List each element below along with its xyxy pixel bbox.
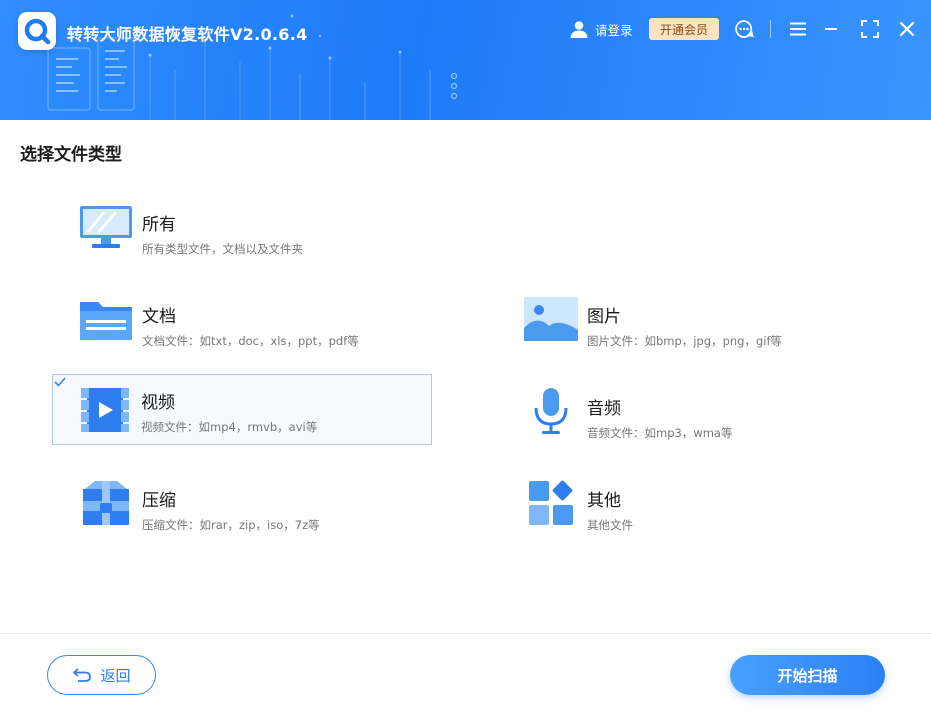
image-icon <box>521 294 581 344</box>
file-type-name: 所有 <box>142 215 176 235</box>
file-type-name: 其他 <box>587 491 621 511</box>
file-type-archive[interactable]: 压缩 压缩文件：如rar，zip，iso，7z等 <box>54 468 454 538</box>
app-logo-icon <box>18 12 56 50</box>
title-bar: 转转大师数据恢复软件V2.0.6.4 请登录 开通会员 <box>0 0 931 120</box>
archive-icon <box>76 478 136 528</box>
header-decoration-icon <box>47 14 458 120</box>
checkmark-icon <box>54 377 66 387</box>
file-type-all[interactable]: 所有 所有类型文件，文档以及文件夹 <box>54 192 454 262</box>
video-icon <box>75 385 135 435</box>
file-type-name: 音频 <box>587 399 621 419</box>
file-type-desc: 音频文件：如mp3，wma等 <box>587 426 733 440</box>
file-type-name: 视频 <box>141 393 175 413</box>
menu-icon[interactable] <box>788 19 808 39</box>
footer-divider <box>0 633 931 634</box>
start-scan-button[interactable]: 开始扫描 <box>730 655 885 695</box>
file-type-video[interactable]: 视频 视频文件：如mp4，rmvb，avi等 <box>52 374 432 445</box>
file-type-desc: 文档文件：如txt，doc，xls，ppt，pdf等 <box>142 334 359 348</box>
close-icon[interactable] <box>897 19 917 39</box>
return-arrow-icon <box>73 668 92 682</box>
file-type-desc: 视频文件：如mp4，rmvb，avi等 <box>141 420 318 434</box>
section-title: 选择文件类型 <box>20 145 122 165</box>
file-type-name: 文档 <box>142 307 176 327</box>
folder-icon <box>76 294 136 344</box>
login-button[interactable]: 请登录 <box>569 18 633 40</box>
microphone-icon <box>521 386 581 436</box>
file-type-document[interactable]: 文档 文档文件：如txt，doc，xls，ppt，pdf等 <box>54 284 454 354</box>
fullscreen-icon[interactable] <box>860 19 880 39</box>
file-type-audio[interactable]: 音频 音频文件：如mp3，wma等 <box>499 376 899 446</box>
file-type-other[interactable]: 其他 其他文件 <box>499 468 899 538</box>
back-label: 返回 <box>100 666 131 685</box>
back-button[interactable]: 返回 <box>47 655 156 695</box>
customer-service-icon[interactable] <box>734 19 754 39</box>
file-type-image[interactable]: 图片 图片文件：如bmp，jpg，png，gif等 <box>499 284 899 354</box>
file-type-desc: 图片文件：如bmp，jpg，png，gif等 <box>587 334 783 348</box>
monitor-icon <box>76 202 136 252</box>
user-icon <box>570 21 588 38</box>
file-type-desc: 所有类型文件，文档以及文件夹 <box>142 242 303 256</box>
file-type-desc: 压缩文件：如rar，zip，iso，7z等 <box>142 518 320 532</box>
file-type-name: 压缩 <box>142 491 176 511</box>
file-type-desc: 其他文件 <box>587 518 633 532</box>
login-label: 请登录 <box>595 22 633 38</box>
header-divider <box>770 20 771 38</box>
vip-button[interactable]: 开通会员 <box>649 18 719 40</box>
file-type-name: 图片 <box>587 307 621 327</box>
app-title: 转转大师数据恢复软件V2.0.6.4 <box>67 25 308 44</box>
minimize-icon[interactable] <box>821 19 841 39</box>
apps-icon <box>521 478 581 528</box>
